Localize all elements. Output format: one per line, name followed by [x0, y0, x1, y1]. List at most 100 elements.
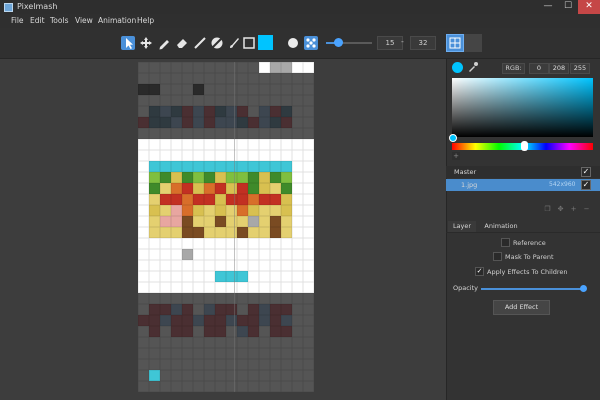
pixel-cell[interactable]	[248, 293, 259, 304]
pixel-cell[interactable]	[259, 106, 270, 117]
pixel-cell[interactable]	[204, 249, 215, 260]
pixel-cell[interactable]	[270, 205, 281, 216]
pixel-cell[interactable]	[138, 227, 149, 238]
pixel-cell[interactable]	[237, 315, 248, 326]
pixel-cell[interactable]	[303, 139, 314, 150]
eraser-icon[interactable]	[175, 36, 189, 50]
pixel-cell[interactable]	[237, 304, 248, 315]
pixel-cell[interactable]	[138, 84, 149, 95]
pixel-cell[interactable]	[204, 183, 215, 194]
pixel-cell[interactable]	[237, 282, 248, 293]
pixel-cell[interactable]	[292, 370, 303, 381]
eyedropper-icon[interactable]	[467, 61, 479, 75]
pixel-cell[interactable]	[248, 348, 259, 359]
pixel-cell[interactable]	[292, 337, 303, 348]
pixel-cell[interactable]	[149, 304, 160, 315]
pixel-cell[interactable]	[303, 216, 314, 227]
pixel-cell[interactable]	[248, 139, 259, 150]
red-value-field[interactable]: 0	[529, 63, 549, 74]
pixel-cell[interactable]	[149, 282, 160, 293]
pixel-cell[interactable]	[292, 315, 303, 326]
pixel-cell[interactable]	[226, 216, 237, 227]
pixel-cell[interactable]	[237, 359, 248, 370]
pixel-cell[interactable]	[193, 161, 204, 172]
pixel-cell[interactable]	[270, 183, 281, 194]
pixel-cell[interactable]	[259, 128, 270, 139]
pixel-cell[interactable]	[281, 183, 292, 194]
pixel-cell[interactable]	[215, 359, 226, 370]
pixel-cell[interactable]	[215, 216, 226, 227]
pixel-cell[interactable]	[259, 293, 270, 304]
pixel-cell[interactable]	[292, 326, 303, 337]
pixel-cell[interactable]	[182, 139, 193, 150]
pixel-cell[interactable]	[270, 95, 281, 106]
pixel-cell[interactable]	[193, 293, 204, 304]
pixel-cell[interactable]	[193, 62, 204, 73]
pixel-cell[interactable]	[281, 106, 292, 117]
pixel-cell[interactable]	[292, 216, 303, 227]
pixel-cell[interactable]	[171, 348, 182, 359]
pixel-cell[interactable]	[193, 271, 204, 282]
pixel-cell[interactable]	[149, 194, 160, 205]
pixel-cell[interactable]	[237, 84, 248, 95]
pixel-cell[interactable]	[259, 348, 270, 359]
pixel-cell[interactable]	[292, 249, 303, 260]
pixel-cell[interactable]	[193, 326, 204, 337]
layer-item-visible-checkbox[interactable]: ✓	[581, 180, 591, 190]
pixel-cell[interactable]	[237, 106, 248, 117]
tab-animation[interactable]: Animation	[482, 221, 520, 232]
pixel-cell[interactable]	[248, 172, 259, 183]
pencil-icon[interactable]	[157, 36, 171, 50]
pixel-cell[interactable]	[193, 227, 204, 238]
pixel-cell[interactable]	[149, 227, 160, 238]
pixel-cell[interactable]	[138, 73, 149, 84]
pixel-cell[interactable]	[215, 117, 226, 128]
pixel-cell[interactable]	[270, 359, 281, 370]
pixel-cell[interactable]	[182, 73, 193, 84]
pixel-cell[interactable]	[171, 194, 182, 205]
pixel-cell[interactable]	[281, 227, 292, 238]
pixel-cell[interactable]	[303, 227, 314, 238]
pixel-cell[interactable]	[226, 172, 237, 183]
mask-to-parent-checkbox[interactable]	[493, 252, 502, 261]
pixel-cell[interactable]	[248, 84, 259, 95]
pixel-cell[interactable]	[259, 359, 270, 370]
pixel-cell[interactable]	[193, 260, 204, 271]
pixel-cell[interactable]	[226, 161, 237, 172]
pixel-cell[interactable]	[193, 84, 204, 95]
pixel-cell[interactable]	[204, 227, 215, 238]
pixel-cell[interactable]	[292, 260, 303, 271]
saturation-value-knob[interactable]	[449, 134, 457, 142]
pixel-cell[interactable]	[303, 260, 314, 271]
pixel-cell[interactable]	[270, 150, 281, 161]
pixel-cell[interactable]	[259, 172, 270, 183]
pixel-cell[interactable]	[138, 106, 149, 117]
pixel-cell[interactable]	[292, 172, 303, 183]
pixel-cell[interactable]	[303, 293, 314, 304]
pixel-cell[interactable]	[303, 128, 314, 139]
pixel-cell[interactable]	[226, 73, 237, 84]
circle-brush-icon[interactable]	[286, 36, 300, 50]
pixel-cell[interactable]	[303, 172, 314, 183]
pixel-cell[interactable]	[281, 62, 292, 73]
pixel-cell[interactable]	[292, 227, 303, 238]
pixel-cell[interactable]	[281, 205, 292, 216]
pixel-cell[interactable]	[215, 139, 226, 150]
pixel-cell[interactable]	[281, 128, 292, 139]
pixel-cell[interactable]	[303, 238, 314, 249]
pixel-cell[interactable]	[138, 238, 149, 249]
pixel-cell[interactable]	[182, 227, 193, 238]
pixel-cell[interactable]	[204, 106, 215, 117]
pixel-cell[interactable]	[193, 282, 204, 293]
pixel-cell[interactable]	[248, 205, 259, 216]
pixel-cell[interactable]	[226, 359, 237, 370]
pixel-cell[interactable]	[281, 326, 292, 337]
line-icon[interactable]	[193, 36, 207, 50]
pixel-cell[interactable]	[149, 84, 160, 95]
pixel-cell[interactable]	[215, 150, 226, 161]
pixel-cell[interactable]	[281, 271, 292, 282]
pixel-cell[interactable]	[149, 128, 160, 139]
pixel-cell[interactable]	[138, 348, 149, 359]
pixel-cell[interactable]	[248, 249, 259, 260]
pixel-cell[interactable]	[303, 370, 314, 381]
